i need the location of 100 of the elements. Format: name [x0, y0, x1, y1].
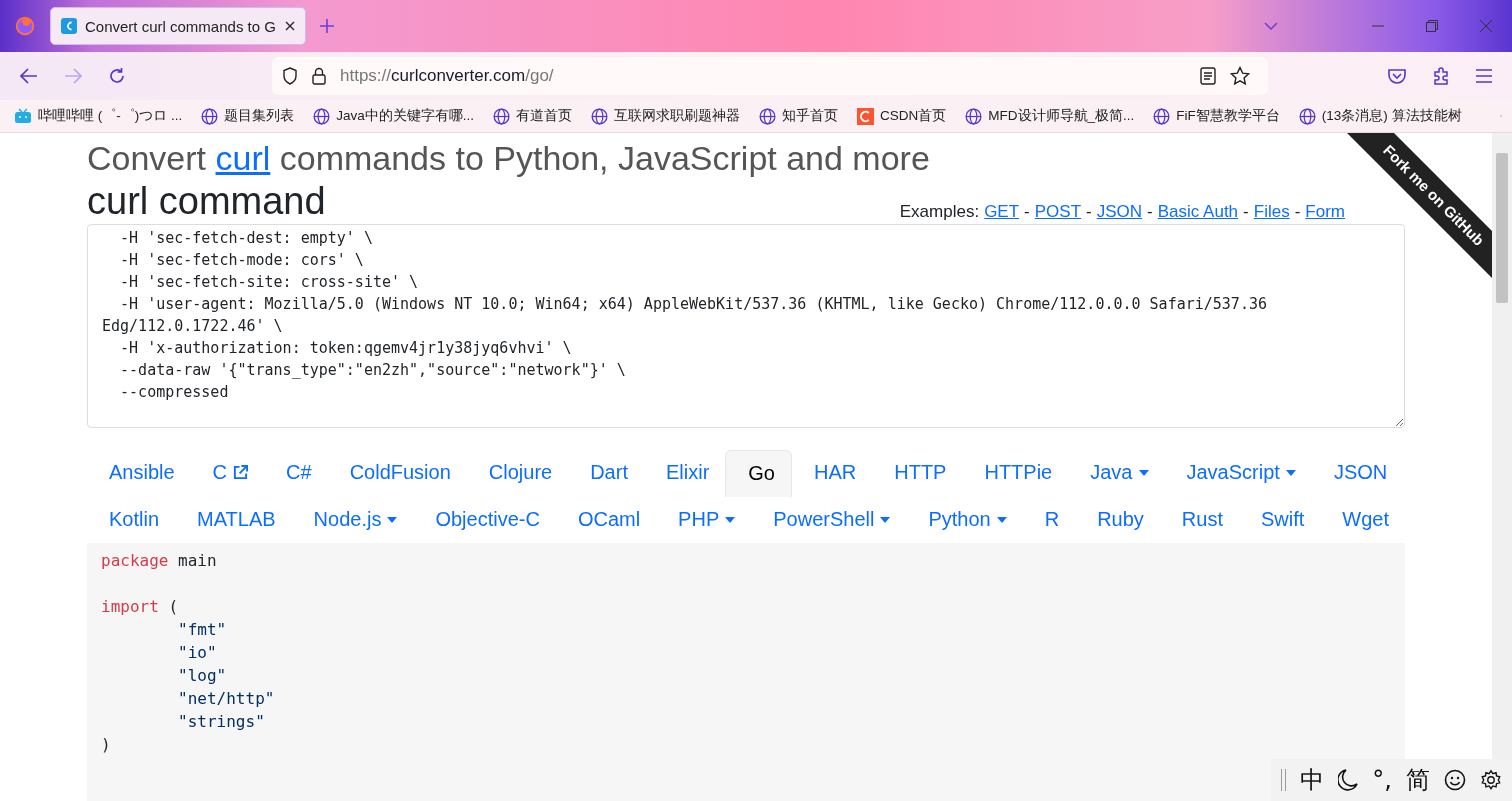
globe-icon: [1153, 107, 1171, 125]
separator: -: [1086, 201, 1092, 222]
caret-icon: [996, 516, 1007, 523]
globe-icon: [759, 107, 777, 125]
language-tab[interactable]: C#: [264, 449, 328, 496]
language-tab[interactable]: Ansible: [87, 449, 191, 496]
browser-tab[interactable]: Convert curl commands to G: [50, 7, 306, 45]
input-mode-button[interactable]: 中: [1300, 764, 1325, 796]
example-link[interactable]: Files: [1253, 201, 1290, 222]
caret-icon: [880, 516, 891, 523]
language-tab[interactable]: Objective-C: [413, 496, 556, 543]
code-line: "io": [177, 641, 218, 664]
bookmark-item[interactable]: 知乎首页: [759, 107, 839, 125]
code-line: package main: [101, 549, 218, 572]
example-link[interactable]: GET: [984, 201, 1020, 222]
curl-link[interactable]: curl: [215, 139, 271, 177]
plus-icon[interactable]: [320, 19, 334, 33]
example-link[interactable]: JSON: [1096, 201, 1143, 222]
language-tab[interactable]: JSON: [1311, 449, 1404, 496]
close-icon[interactable]: [285, 21, 295, 31]
c-logo-icon: [857, 107, 875, 125]
globe-icon: [493, 107, 511, 125]
language-tab[interactable]: Kotlin: [87, 496, 176, 543]
language-tab[interactable]: Swift: [1238, 496, 1321, 543]
bookmark-item[interactable]: Java中的关键字有哪...: [313, 107, 475, 125]
code-line: "log": [177, 664, 228, 687]
bookmark-item[interactable]: 有道首页: [493, 107, 573, 125]
globe-icon: [591, 107, 609, 125]
reader-view-icon[interactable]: [1200, 67, 1216, 85]
language-tab[interactable]: R: [1022, 496, 1076, 543]
back-arrow-icon[interactable]: [20, 68, 38, 84]
reload-icon[interactable]: [108, 67, 126, 85]
globe-icon: [1298, 107, 1316, 125]
tab-title: Convert curl commands to G: [85, 17, 277, 35]
bookmark-item[interactable]: CSDN首页: [857, 107, 947, 125]
language-tab[interactable]: Ruby: [1075, 496, 1160, 543]
favicon-icon: [61, 18, 77, 34]
separator: -: [1243, 201, 1249, 222]
curl-command-field[interactable]: -H 'sec-fetch-dest: empty' \ -H 'sec-fetch-mode: cors' \ -H 'sec-fetch-site: cross-site' \ -H 'user-agent: Mozilla/5.0 (Windows NT 10.0; Win64; x64) AppleWebKit/537.36 (KHTML, like Gecko) Chrome/112.0.0.0 Safari/537.36 Edg/112.0.1722.46' \ -H 'x-authorization: token:qgemv4jr1y38jyq6vhvi' \ --data-raw '{"trans_type":"en2zh","source":"network"}' \ --compressed: [87, 223, 1405, 428]
separator: -: [1147, 201, 1153, 222]
caret-icon: [1285, 469, 1296, 476]
separator: -: [1294, 201, 1301, 222]
firefox-logo-icon[interactable]: [14, 15, 36, 37]
language-tab[interactable]: Rust: [1159, 496, 1239, 543]
punctuation-button[interactable]: °,: [1372, 766, 1392, 794]
bookmark-item[interactable]: 哔哩哔哩 (゜-゜)つロ ...: [14, 107, 183, 125]
section-heading: curl command: [87, 182, 326, 222]
language-tab[interactable]: Dart: [568, 449, 644, 496]
url-text: https://curlconverter.com/go/: [340, 66, 554, 86]
bookmark-item[interactable]: 题目集列表: [201, 107, 295, 125]
settings-icon[interactable]: [1480, 769, 1502, 791]
page-scrollbar[interactable]: [1492, 133, 1512, 759]
menu-icon[interactable]: [1476, 69, 1492, 83]
code-line: import (: [101, 595, 180, 618]
language-tab[interactable]: HTTPie: [962, 449, 1069, 496]
language-tab[interactable]: Python: [906, 496, 1023, 543]
code-line: ): [101, 733, 112, 756]
tv-icon: [14, 108, 32, 124]
bookmark-item[interactable]: MFD设计师导航_极简...: [965, 107, 1135, 125]
code-line: "strings": [177, 710, 266, 733]
language-tab[interactable]: Clojure: [466, 449, 569, 496]
caret-icon: [725, 516, 736, 523]
bookmark-item[interactable]: (13条消息) 算法技能树: [1298, 107, 1462, 125]
external-link-icon: [233, 465, 249, 481]
language-tab[interactable]: Go: [725, 449, 792, 497]
script-button[interactable]: 简: [1406, 764, 1430, 796]
language-tab[interactable]: C: [190, 449, 265, 496]
language-tab[interactable]: Java: [1068, 449, 1165, 496]
globe-icon: [965, 107, 983, 125]
language-tab[interactable]: ColdFusion: [327, 449, 467, 496]
globe-icon: [201, 107, 219, 125]
bookmark-item[interactable]: FiF智慧教学平台: [1153, 107, 1280, 125]
example-link[interactable]: Basic Auth: [1157, 201, 1239, 222]
star-icon[interactable]: [1230, 66, 1250, 86]
caret-icon: [387, 516, 398, 523]
lock-icon[interactable]: [312, 67, 326, 85]
chevron-down-icon[interactable]: [1264, 22, 1278, 30]
pocket-icon[interactable]: [1388, 68, 1406, 84]
language-tab[interactable]: JavaScript: [1164, 449, 1312, 496]
language-tab[interactable]: Elixir: [643, 449, 726, 496]
examples-label: Examples:: [899, 201, 980, 222]
language-tab[interactable]: PowerShell: [751, 496, 907, 543]
smiley-icon[interactable]: [1444, 769, 1466, 791]
language-tab[interactable]: PHP: [656, 496, 752, 543]
example-link[interactable]: Form: [1305, 201, 1345, 222]
bookmark-item[interactable]: 互联网求职刷题神器: [591, 107, 741, 125]
puzzle-piece-icon[interactable]: [1432, 67, 1450, 85]
language-tab[interactable]: Node.js: [291, 496, 414, 543]
language-tab[interactable]: HAR: [792, 449, 873, 496]
language-tab[interactable]: Wget: [1320, 496, 1405, 543]
language-tab[interactable]: HTTP: [872, 449, 963, 496]
language-tab[interactable]: OCaml: [555, 496, 657, 543]
restore-icon[interactable]: [1426, 20, 1438, 32]
globe-icon: [313, 107, 331, 125]
language-tab[interactable]: MATLAB: [175, 496, 292, 543]
shield-icon[interactable]: [282, 67, 298, 85]
example-link[interactable]: POST: [1034, 201, 1082, 222]
moon-icon[interactable]: [1338, 769, 1359, 791]
address-bar[interactable]: https://curlconverter.com/go/: [272, 57, 1268, 95]
code-line: "fmt": [177, 618, 228, 641]
